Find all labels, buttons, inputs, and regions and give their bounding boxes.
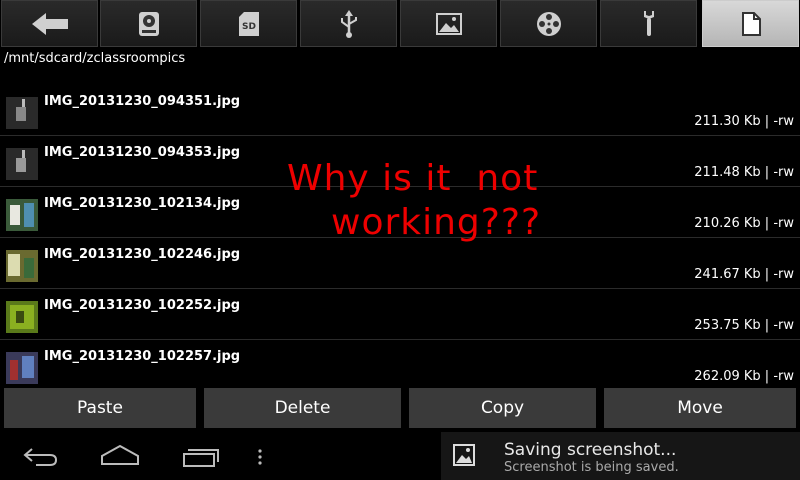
back-arrow-icon (31, 12, 68, 35)
file-meta: 241.67 Kb | -rw (694, 267, 794, 282)
home-nav-icon[interactable] (100, 444, 140, 466)
file-icon (741, 11, 761, 36)
usb-button[interactable] (300, 0, 397, 47)
file-row[interactable]: IMG_20131230_094351.jpg 211.30 Kb | -rw (0, 85, 800, 136)
videos-button[interactable] (500, 0, 597, 47)
paste-button[interactable]: Paste (4, 388, 196, 428)
sd-card-button[interactable]: SD (200, 0, 297, 47)
back-nav-icon[interactable] (22, 446, 58, 466)
video-reel-icon (536, 11, 561, 36)
back-button[interactable] (1, 0, 98, 47)
file-name: IMG_20131230_094351.jpg (44, 94, 241, 109)
sd-card-icon: SD (238, 11, 259, 36)
file-name: IMG_20131230_094353.jpg (44, 145, 241, 160)
file-name: IMG_20131230_102246.jpg (44, 247, 241, 262)
files-button[interactable] (702, 0, 799, 47)
file-meta: 211.48 Kb | -rw (694, 165, 794, 180)
file-thumbnail (6, 352, 38, 384)
file-name: IMG_20131230_102252.jpg (44, 298, 241, 313)
notification-title: Saving screenshot... (504, 440, 677, 460)
action-bar: Paste Delete Copy Move (0, 388, 800, 428)
annotation-line-1: Why is it not (287, 158, 539, 199)
file-row[interactable]: IMG_20131230_102252.jpg 253.75 Kb | -rw (0, 289, 800, 340)
image-icon (435, 12, 462, 35)
file-thumbnail (6, 301, 38, 333)
file-meta: 262.09 Kb | -rw (694, 369, 794, 384)
internal-storage-button[interactable] (100, 0, 197, 47)
file-name: IMG_20131230_102257.jpg (44, 349, 241, 364)
file-row[interactable]: IMG_20131230_102257.jpg 262.09 Kb | -rw (0, 340, 800, 385)
file-thumbnail (6, 199, 38, 231)
file-thumbnail (6, 97, 38, 129)
file-name: IMG_20131230_102134.jpg (44, 196, 241, 211)
file-row[interactable]: IMG_20131230_102246.jpg 241.67 Kb | -rw (0, 238, 800, 289)
images-button[interactable] (400, 0, 497, 47)
file-meta: 210.26 Kb | -rw (694, 216, 794, 231)
file-meta: 211.30 Kb | -rw (694, 114, 794, 129)
file-thumbnail (6, 250, 38, 282)
file-thumbnail (6, 148, 38, 180)
overflow-menu-icon[interactable] (256, 448, 264, 466)
notification-subtitle: Screenshot is being saved. (504, 460, 679, 475)
delete-button[interactable]: Delete (204, 388, 401, 428)
annotation-text: Why is it not working??? (287, 157, 577, 245)
screenshot-notification[interactable]: Saving screenshot... Screenshot is being… (441, 432, 800, 480)
move-button[interactable]: Move (604, 388, 796, 428)
usb-icon (340, 9, 357, 38)
internal-storage-icon (138, 11, 159, 36)
settings-button[interactable] (600, 0, 697, 47)
sd-label: SD (242, 22, 256, 32)
top-toolbar: SD (0, 0, 800, 48)
current-path: /mnt/sdcard/zclassroompics (4, 51, 186, 66)
recent-apps-icon[interactable] (182, 446, 220, 468)
annotation-line-2: working??? (331, 202, 542, 243)
copy-button[interactable]: Copy (409, 388, 596, 428)
file-meta: 253.75 Kb | -rw (694, 318, 794, 333)
wrench-icon (643, 10, 654, 36)
image-icon (453, 444, 475, 466)
